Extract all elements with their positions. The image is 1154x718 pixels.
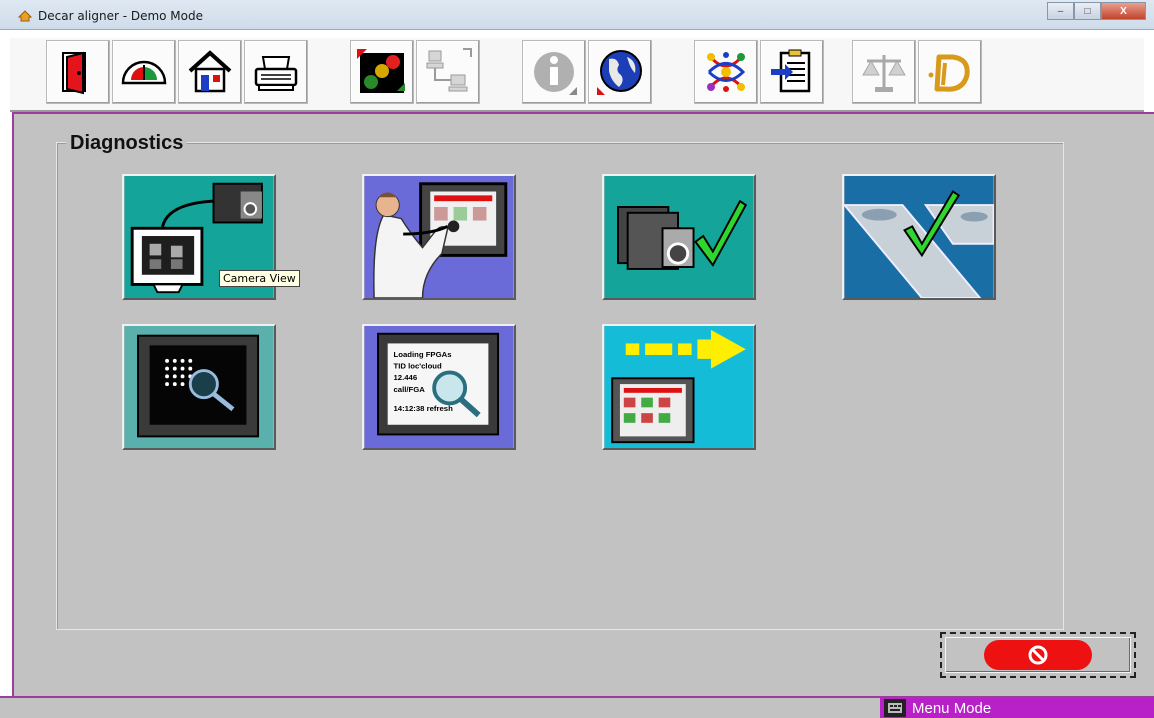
toolbar bbox=[10, 38, 1144, 112]
window-controls: – □ X bbox=[1047, 2, 1146, 20]
close-button[interactable]: X bbox=[1101, 2, 1146, 20]
color-dots-button[interactable] bbox=[694, 40, 758, 104]
globe-icon bbox=[597, 50, 642, 95]
language-button[interactable] bbox=[588, 40, 652, 104]
cancel-button-face[interactable] bbox=[945, 637, 1131, 673]
status-bar: Menu Mode bbox=[0, 696, 1154, 718]
screen-transfer-tile[interactable] bbox=[602, 324, 756, 450]
print-button[interactable] bbox=[244, 40, 308, 104]
color-dots-icon bbox=[707, 52, 746, 92]
screen-line-2: TID loc'cloud bbox=[393, 362, 442, 371]
clipboard-import-button[interactable] bbox=[760, 40, 824, 104]
gauge-button[interactable] bbox=[112, 40, 176, 104]
technician-screen-tile[interactable] bbox=[362, 174, 516, 300]
scale-button[interactable] bbox=[852, 40, 916, 104]
network-icon bbox=[426, 48, 472, 92]
screen-line-5: 14:12:38 refresh bbox=[393, 404, 453, 413]
window-title: Decar aligner - Demo Mode bbox=[38, 9, 204, 23]
cancel-icon bbox=[1028, 645, 1048, 665]
technician-screen-icon bbox=[364, 176, 514, 298]
screen-line-3: 12.446 bbox=[393, 373, 417, 382]
title-bar: Decar aligner - Demo Mode – □ X bbox=[0, 0, 1154, 30]
screen-line-1: Loading FPGAs bbox=[393, 350, 451, 359]
maximize-button[interactable]: □ bbox=[1074, 2, 1101, 20]
decar-logo-button[interactable] bbox=[918, 40, 982, 104]
screen-text-magnifier-icon: Loading FPGAs TID loc'cloud 12.446 call/… bbox=[364, 326, 514, 448]
home-icon bbox=[188, 50, 232, 93]
keyboard-icon bbox=[884, 699, 906, 717]
screen-line-4: call/FGA bbox=[393, 385, 425, 394]
exit-door-icon bbox=[62, 51, 86, 95]
lift-check-icon bbox=[844, 176, 994, 298]
printer-icon bbox=[254, 56, 298, 91]
home-button[interactable] bbox=[178, 40, 242, 104]
clipboard-import-icon bbox=[771, 49, 811, 93]
minimize-button[interactable]: – bbox=[1047, 2, 1074, 20]
info-button[interactable] bbox=[522, 40, 586, 104]
scale-icon bbox=[862, 55, 906, 92]
camera-check-tile[interactable] bbox=[602, 174, 756, 300]
main-panel: Diagnostics Loading FPGAs TID loc'cloud … bbox=[12, 112, 1154, 696]
lift-check-tile[interactable] bbox=[842, 174, 996, 300]
screen-grid-magnifier-icon bbox=[124, 326, 274, 448]
camera-check-icon bbox=[604, 176, 754, 298]
status-mode: Menu Mode bbox=[880, 698, 1154, 718]
tooltip: Camera View bbox=[219, 270, 300, 287]
group-title: Diagnostics bbox=[66, 132, 188, 155]
cancel-button[interactable] bbox=[940, 632, 1136, 678]
info-icon bbox=[534, 52, 577, 95]
screen-text-tile[interactable]: Loading FPGAs TID loc'cloud 12.446 call/… bbox=[362, 324, 516, 450]
network-button[interactable] bbox=[416, 40, 480, 104]
traffic-light-icon bbox=[357, 49, 405, 93]
decar-logo-icon bbox=[928, 54, 970, 92]
gauge-icon bbox=[121, 60, 167, 85]
traffic-light-button[interactable] bbox=[350, 40, 414, 104]
app-icon bbox=[18, 10, 32, 22]
screen-transfer-icon bbox=[604, 326, 754, 448]
status-mode-text: Menu Mode bbox=[912, 699, 992, 717]
exit-button[interactable] bbox=[46, 40, 110, 104]
cancel-pill bbox=[984, 640, 1092, 670]
screen-grid-tile[interactable] bbox=[122, 324, 276, 450]
